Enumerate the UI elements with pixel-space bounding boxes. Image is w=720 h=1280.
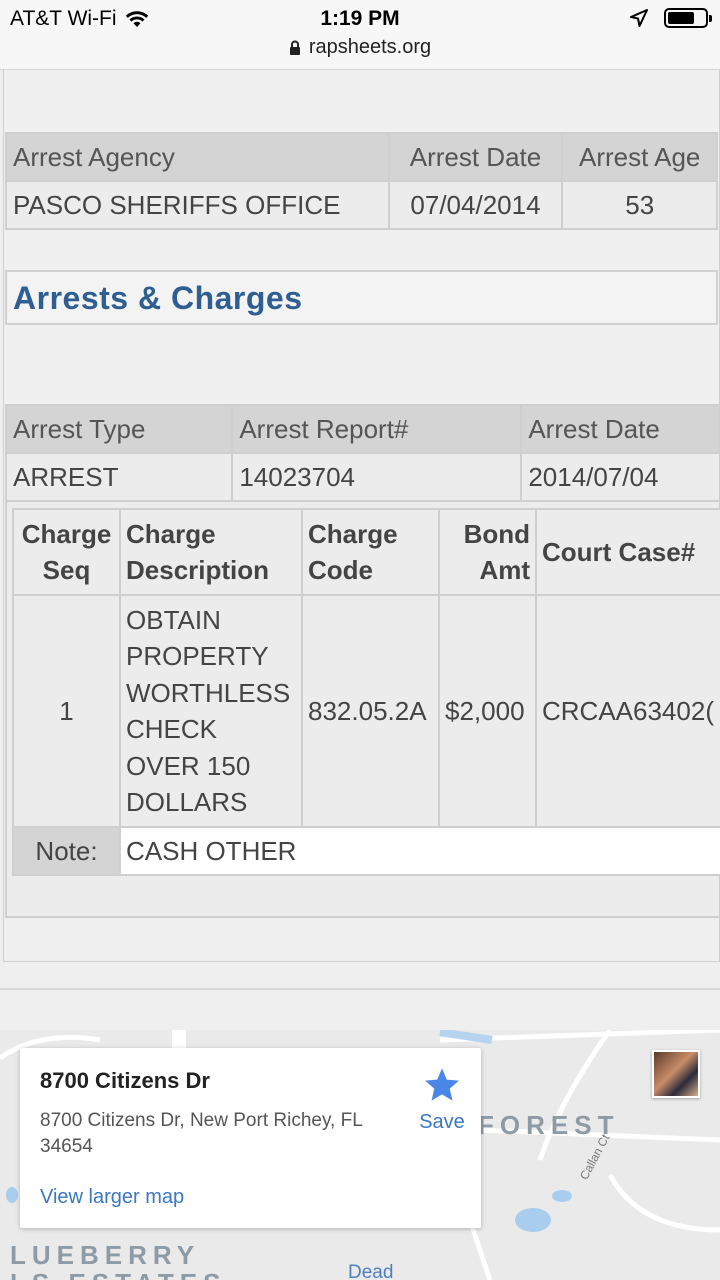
table-row: PASCO SHERIFFS OFFICE 07/04/2014 53 (5, 180, 718, 230)
arrest-type-cell: ARREST (4, 452, 234, 502)
column-header: Arrest Date (520, 404, 720, 454)
table-header-row: Arrest Agency Arrest Date Arrest Age (5, 132, 718, 182)
table-row: 1 OBTAIN PROPERTY WORTHLESS CHECK OVER 1… (12, 594, 720, 828)
note-value: CASH OTHER (119, 826, 720, 876)
place-address: 8700 Citizens Dr, New Port Richey, FL 34… (40, 1110, 363, 1157)
place-info-card: 8700 Citizens Dr 8700 Citizens Dr, New P… (20, 1048, 481, 1228)
star-icon (425, 1068, 459, 1101)
column-header: Arrest Date (387, 132, 564, 182)
lock-icon (289, 40, 300, 55)
clock: 1:19 PM (320, 7, 400, 30)
section-title: Arrests & Charges (13, 280, 303, 316)
column-header: Court Case# (535, 508, 720, 596)
table-header-row: Charge Seq Charge Description Charge Cod… (12, 508, 720, 596)
column-header: Arrest Report# (231, 404, 523, 454)
column-header: Charge Seq (12, 508, 121, 596)
embedded-map[interactable]: FOREST LUEBERRY LS ESTATES Dead Callan C… (0, 1030, 720, 1280)
report-number-cell: 14023704 (231, 452, 523, 502)
column-header: Bond Amt (438, 508, 537, 596)
column-header: Arrest Agency (5, 132, 390, 182)
rapsheet-content: Arrest Agency Arrest Date Arrest Age PAS… (3, 70, 720, 962)
column-header: Arrest Age (561, 132, 718, 182)
charges-table: Charge Seq Charge Description Charge Cod… (12, 508, 720, 876)
charge-description-cell: OBTAIN PROPERTY WORTHLESS CHECK OVER 150… (119, 594, 303, 828)
bond-amount-cell: $2,000 (438, 594, 537, 828)
map-label: LUEBERRY (10, 1240, 201, 1270)
column-header: Charge Code (301, 508, 440, 596)
user-avatar[interactable] (652, 1050, 700, 1098)
map-label: Dead (348, 1262, 394, 1280)
arrest-age-cell: 53 (561, 180, 718, 230)
arrest-date-cell: 2014/07/04 (520, 452, 720, 502)
note-row: Note: CASH OTHER (12, 826, 720, 876)
divider (0, 988, 720, 990)
section-header: Arrests & Charges (5, 270, 718, 325)
save-button[interactable]: Save (412, 1066, 472, 1134)
map-label: LS ESTATES (10, 1268, 227, 1280)
url-text: rapsheets.org (308, 36, 432, 58)
save-label: Save (419, 1111, 465, 1133)
location-arrow-icon (630, 9, 648, 27)
table-header-row: Arrest Type Arrest Report# Arrest Date (4, 404, 720, 454)
charge-seq-cell: 1 (12, 594, 121, 828)
note-label: Note: (12, 826, 121, 876)
arrest-date-cell: 07/04/2014 (387, 180, 564, 230)
view-larger-map-link[interactable]: View larger map (40, 1186, 184, 1209)
agency-cell: PASCO SHERIFFS OFFICE (5, 180, 390, 230)
address-bar[interactable]: rapsheets.org (0, 36, 720, 59)
charges-container: Charge Seq Charge Description Charge Cod… (5, 500, 720, 918)
place-title: 8700 Citizens Dr (40, 1068, 210, 1093)
battery-icon (664, 8, 712, 28)
column-header: Arrest Type (4, 404, 234, 454)
court-case-cell: CRCAA63402( (535, 594, 720, 828)
arrest-table: Arrest Type Arrest Report# Arrest Date A… (4, 404, 720, 502)
charge-code-cell: 832.05.2A (301, 594, 440, 828)
table-row: ARREST 14023704 2014/07/04 (4, 452, 720, 502)
agency-table: Arrest Agency Arrest Date Arrest Age PAS… (5, 132, 718, 230)
column-header: Charge Description (119, 508, 303, 596)
browser-status-bar: AT&T Wi-Fi 1:19 PM rapsheets.org (0, 0, 720, 70)
